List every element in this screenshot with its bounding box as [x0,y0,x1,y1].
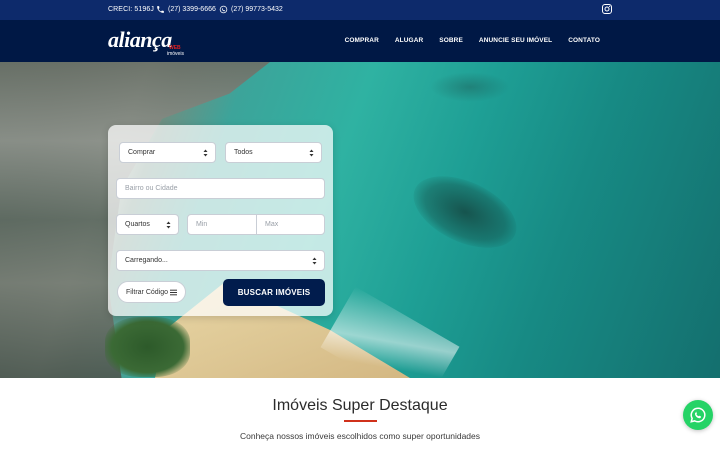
property-type-value: Todos [234,149,253,156]
select-arrows-icon [203,149,208,157]
select-arrows-icon [309,149,314,157]
nav-anuncie[interactable]: ANUNCIE SEU IMÓVEL [479,37,552,44]
transaction-select[interactable]: Comprar [119,142,216,163]
property-type-select[interactable]: Todos [225,142,322,163]
neighborhood-select[interactable]: Carregando... [116,250,325,271]
logo[interactable]: aliança WEB imóveis [108,25,188,59]
top-bar: CRECI: 5196J (27) 3399-6666 (27) 99773-5… [0,0,720,20]
location-placeholder: Bairro ou Cidade [125,185,178,192]
whatsapp-icon [690,407,706,423]
nav-comprar[interactable]: COMPRAR [345,37,379,44]
featured-title: Imóveis Super Destaque [272,397,448,414]
search-card: Comprar Todos Bairro ou Cidade Quartos M… [108,125,333,316]
hero-reef-shadow [430,72,510,102]
whatsapp-number: (27) 99773-5432 [231,6,283,13]
location-input[interactable]: Bairro ou Cidade [116,178,325,199]
nav-sobre[interactable]: SOBRE [439,37,463,44]
phone-link[interactable]: (27) 3399-6666 [156,5,216,14]
logo-text: aliança [108,27,172,52]
search-button[interactable]: BUSCAR IMÓVEIS [223,279,325,306]
hero-trees [105,317,190,377]
main-nav: COMPRAR ALUGAR SOBRE ANUNCIE SEU IMÓVEL … [345,37,600,44]
neighborhood-value: Carregando... [125,257,168,264]
logo-imoveis: imóveis [167,51,184,57]
filter-code-label: Filtrar Código [126,288,169,296]
price-min-placeholder: Min [196,221,208,228]
filter-code-button[interactable]: Filtrar Código [117,281,186,303]
whatsapp-icon [219,5,228,14]
whatsapp-link[interactable]: (27) 99773-5432 [219,5,283,14]
instagram-icon[interactable] [601,3,613,15]
featured-subtitle: Conheça nossos imóveis escolhidos como s… [239,431,481,441]
price-max-input[interactable]: Max [256,214,325,235]
nav-contato[interactable]: CONTATO [568,37,600,44]
rooms-value: Quartos [125,221,150,228]
creci-text: CRECI: 5196J [108,6,154,13]
menu-icon [170,289,177,296]
select-arrows-icon [166,221,171,229]
hero-reef [402,161,528,263]
whatsapp-float-button[interactable] [683,400,713,430]
featured-underline [344,420,377,422]
select-arrows-icon [312,257,317,265]
nav-alugar[interactable]: ALUGAR [395,37,423,44]
rooms-select[interactable]: Quartos [116,214,179,235]
transaction-value: Comprar [128,149,156,156]
phone-icon [157,6,164,13]
phone-number: (27) 3399-6666 [168,6,216,13]
price-max-placeholder: Max [265,221,279,228]
price-min-input[interactable]: Min [187,214,257,235]
main-header: aliança WEB imóveis COMPRAR ALUGAR SOBRE… [0,20,720,62]
